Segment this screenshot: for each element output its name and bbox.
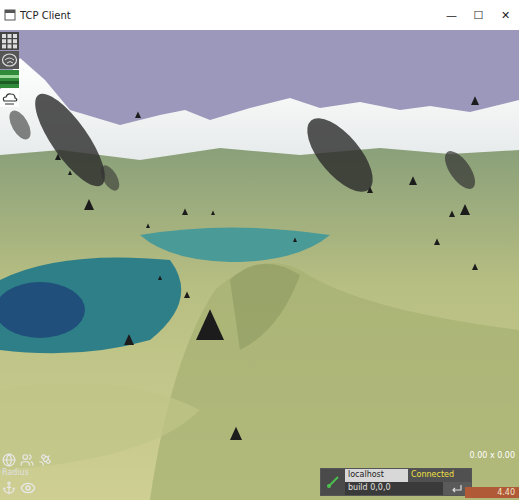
window-control-button[interactable]: —	[438, 0, 465, 30]
grid-icon[interactable]	[0, 32, 19, 50]
plug-icon	[325, 474, 341, 490]
left-toolbar	[0, 32, 19, 107]
app-icon	[4, 9, 16, 21]
window-control-button[interactable]: ☐	[465, 0, 492, 30]
build-label: build 0,0,0	[345, 482, 443, 495]
terrain-viewport[interactable]	[0, 30, 519, 500]
anchor-icon[interactable]	[2, 481, 16, 495]
window-title: TCP Client	[20, 10, 438, 21]
title-bar: TCP Client—☐✕	[0, 0, 519, 30]
satellite-icon[interactable]	[38, 453, 52, 467]
app-window: TCP Client—☐✕ Radius localhostConnectedbui…	[0, 0, 519, 500]
connection-status: Connected	[408, 469, 471, 482]
brain-icon[interactable]	[0, 51, 19, 69]
layers-icon[interactable]	[0, 70, 19, 88]
connection-panel: localhostConnectedbuild 0,0,0	[320, 468, 472, 496]
radius-label: Radius	[2, 469, 52, 478]
window-control-button[interactable]: ✕	[492, 0, 519, 30]
network-icon[interactable]	[20, 453, 34, 467]
window-controls: —☐✕	[438, 0, 519, 30]
globe-icon[interactable]	[2, 453, 16, 467]
viewport: Radius localhostConnectedbuild 0,0,0 0.00 …	[0, 30, 519, 500]
bottom-left-tools: Radius	[2, 453, 52, 496]
enter-icon	[451, 484, 463, 494]
value-readout: 4.40	[465, 487, 519, 498]
cloud-icon[interactable]	[0, 89, 19, 107]
eye-icon[interactable]	[20, 480, 36, 496]
host-field[interactable]: localhost	[345, 469, 408, 482]
coordinates-readout: 0.00 x 0.00	[470, 451, 515, 460]
